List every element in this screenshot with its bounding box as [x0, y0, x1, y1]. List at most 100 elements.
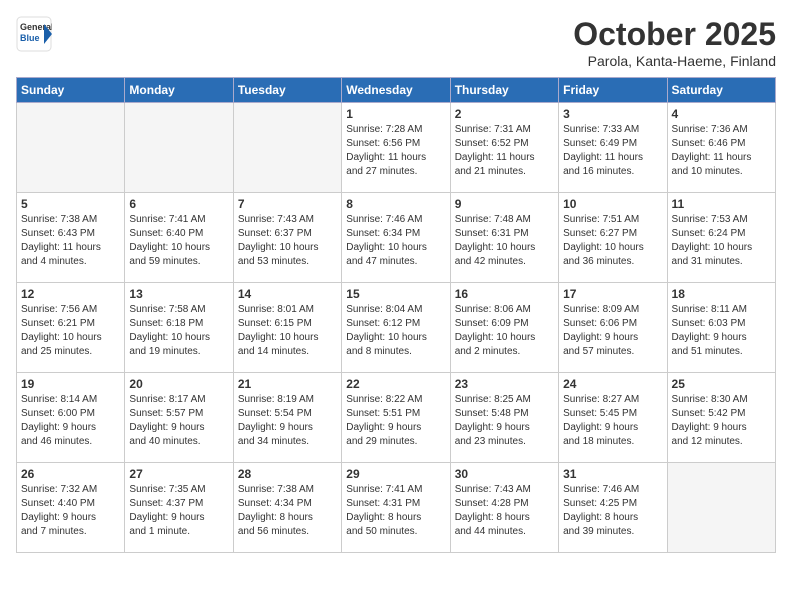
day-info: Sunrise: 7:32 AM Sunset: 4:40 PM Dayligh… — [21, 483, 120, 539]
day-number: 25 — [672, 377, 771, 391]
day-info: Sunrise: 7:28 AM Sunset: 6:56 PM Dayligh… — [346, 123, 445, 179]
title-block: October 2025 Parola, Kanta-Haeme, Finlan… — [573, 16, 776, 69]
day-number: 10 — [563, 197, 662, 211]
page-header: General Blue October 2025 Parola, Kanta-… — [16, 16, 776, 69]
calendar-cell — [17, 103, 125, 193]
weekday-header-thursday: Thursday — [450, 78, 558, 103]
day-info: Sunrise: 7:36 AM Sunset: 6:46 PM Dayligh… — [672, 123, 771, 179]
day-info: Sunrise: 7:35 AM Sunset: 4:37 PM Dayligh… — [129, 483, 228, 539]
day-info: Sunrise: 8:01 AM Sunset: 6:15 PM Dayligh… — [238, 303, 337, 359]
calendar-cell: 22 Sunrise: 8:22 AM Sunset: 5:51 PM Dayli… — [342, 373, 450, 463]
calendar-cell: 3 Sunrise: 7:33 AM Sunset: 6:49 PM Daylig… — [559, 103, 667, 193]
day-info: Sunrise: 8:27 AM Sunset: 5:45 PM Dayligh… — [563, 393, 662, 449]
calendar-cell: 4 Sunrise: 7:36 AM Sunset: 6:46 PM Daylig… — [667, 103, 775, 193]
day-number: 5 — [21, 197, 120, 211]
calendar-cell: 12 Sunrise: 7:56 AM Sunset: 6:21 PM Dayli… — [17, 283, 125, 373]
week-row-1: 1 Sunrise: 7:28 AM Sunset: 6:56 PM Daylig… — [17, 103, 776, 193]
calendar-cell — [233, 103, 341, 193]
calendar-cell: 29Sunrise: 7:41 AM Sunset: 4:31 PM Dayli… — [342, 463, 450, 553]
day-info: Sunrise: 7:46 AM Sunset: 4:25 PM Dayligh… — [563, 483, 662, 539]
day-number: 19 — [21, 377, 120, 391]
calendar-cell: 23 Sunrise: 8:25 AM Sunset: 5:48 PM Dayli… — [450, 373, 558, 463]
day-info: Sunrise: 7:41 AM Sunset: 4:31 PM Dayligh… — [346, 483, 445, 539]
day-info: Sunrise: 7:43 AM Sunset: 4:28 PM Dayligh… — [455, 483, 554, 539]
day-number: 26 — [21, 467, 120, 481]
day-info: Sunrise: 8:30 AM Sunset: 5:42 PM Dayligh… — [672, 393, 771, 449]
calendar-cell: 18 Sunrise: 8:11 AM Sunset: 6:03 PM Dayli… — [667, 283, 775, 373]
day-info: Sunrise: 8:22 AM Sunset: 5:51 PM Dayligh… — [346, 393, 445, 449]
calendar-cell: 30 Sunrise: 7:43 AM Sunset: 4:28 PM Dayli… — [450, 463, 558, 553]
day-number: 30 — [455, 467, 554, 481]
day-info: Sunrise: 7:48 AM Sunset: 6:31 PM Dayligh… — [455, 213, 554, 269]
page-subtitle: Parola, Kanta-Haeme, Finland — [573, 53, 776, 69]
day-number: 11 — [672, 197, 771, 211]
day-number: 15 — [346, 287, 445, 301]
calendar-cell: 26 Sunrise: 7:32 AM Sunset: 4:40 PM Dayli… — [17, 463, 125, 553]
day-number: 12 — [21, 287, 120, 301]
weekday-header-row: SundayMondayTuesdayWednesdayThursdayFrid… — [17, 78, 776, 103]
day-info: Sunrise: 7:38 AM Sunset: 6:43 PM Dayligh… — [21, 213, 120, 269]
calendar-cell: 24 Sunrise: 8:27 AM Sunset: 5:45 PM Dayli… — [559, 373, 667, 463]
calendar-cell: 27 Sunrise: 7:35 AM Sunset: 4:37 PM Dayli… — [125, 463, 233, 553]
weekday-header-sunday: Sunday — [17, 78, 125, 103]
day-info: Sunrise: 7:46 AM Sunset: 6:34 PM Dayligh… — [346, 213, 445, 269]
calendar-cell: 21 Sunrise: 8:19 AM Sunset: 5:54 PM Dayli… — [233, 373, 341, 463]
calendar-cell: 28 Sunrise: 7:38 AM Sunset: 4:34 PM Dayli… — [233, 463, 341, 553]
calendar-cell — [667, 463, 775, 553]
day-info: Sunrise: 8:17 AM Sunset: 5:57 PM Dayligh… — [129, 393, 228, 449]
day-number: 28 — [238, 467, 337, 481]
day-number: 31 — [563, 467, 662, 481]
week-row-4: 19Sunrise: 8:14 AM Sunset: 6:00 PM Dayli… — [17, 373, 776, 463]
calendar-cell: 16Sunrise: 8:06 AM Sunset: 6:09 PM Dayli… — [450, 283, 558, 373]
weekday-header-monday: Monday — [125, 78, 233, 103]
day-number: 6 — [129, 197, 228, 211]
day-number: 24 — [563, 377, 662, 391]
weekday-header-saturday: Saturday — [667, 78, 775, 103]
calendar-cell: 1 Sunrise: 7:28 AM Sunset: 6:56 PM Daylig… — [342, 103, 450, 193]
logo: General Blue — [16, 16, 52, 52]
week-row-2: 5 Sunrise: 7:38 AM Sunset: 6:43 PM Daylig… — [17, 193, 776, 283]
day-number: 17 — [563, 287, 662, 301]
calendar-cell: 20 Sunrise: 8:17 AM Sunset: 5:57 PM Dayli… — [125, 373, 233, 463]
day-number: 23 — [455, 377, 554, 391]
day-number: 8 — [346, 197, 445, 211]
day-number: 9 — [455, 197, 554, 211]
day-info: Sunrise: 7:43 AM Sunset: 6:37 PM Dayligh… — [238, 213, 337, 269]
weekday-header-tuesday: Tuesday — [233, 78, 341, 103]
calendar-cell: 15 Sunrise: 8:04 AM Sunset: 6:12 PM Dayli… — [342, 283, 450, 373]
day-info: Sunrise: 8:11 AM Sunset: 6:03 PM Dayligh… — [672, 303, 771, 359]
day-number: 27 — [129, 467, 228, 481]
day-number: 18 — [672, 287, 771, 301]
day-number: 1 — [346, 107, 445, 121]
calendar-cell: 7Sunrise: 7:43 AM Sunset: 6:37 PM Daylig… — [233, 193, 341, 283]
calendar-table: SundayMondayTuesdayWednesdayThursdayFrid… — [16, 77, 776, 553]
calendar-cell — [125, 103, 233, 193]
day-info: Sunrise: 7:31 AM Sunset: 6:52 PM Dayligh… — [455, 123, 554, 179]
day-number: 21 — [238, 377, 337, 391]
day-info: Sunrise: 8:04 AM Sunset: 6:12 PM Dayligh… — [346, 303, 445, 359]
day-number: 14 — [238, 287, 337, 301]
day-number: 22 — [346, 377, 445, 391]
calendar-cell: 6Sunrise: 7:41 AM Sunset: 6:40 PM Daylig… — [125, 193, 233, 283]
day-info: Sunrise: 7:56 AM Sunset: 6:21 PM Dayligh… — [21, 303, 120, 359]
week-row-5: 26 Sunrise: 7:32 AM Sunset: 4:40 PM Dayli… — [17, 463, 776, 553]
day-number: 2 — [455, 107, 554, 121]
calendar-cell: 11 Sunrise: 7:53 AM Sunset: 6:24 PM Dayli… — [667, 193, 775, 283]
day-number: 4 — [672, 107, 771, 121]
calendar-cell: 2 Sunrise: 7:31 AM Sunset: 6:52 PM Daylig… — [450, 103, 558, 193]
calendar-cell: 5 Sunrise: 7:38 AM Sunset: 6:43 PM Daylig… — [17, 193, 125, 283]
page-title: October 2025 — [573, 16, 776, 53]
calendar-cell: 19Sunrise: 8:14 AM Sunset: 6:00 PM Dayli… — [17, 373, 125, 463]
day-info: Sunrise: 8:06 AM Sunset: 6:09 PM Dayligh… — [455, 303, 554, 359]
day-info: Sunrise: 7:51 AM Sunset: 6:27 PM Dayligh… — [563, 213, 662, 269]
week-row-3: 12 Sunrise: 7:56 AM Sunset: 6:21 PM Dayli… — [17, 283, 776, 373]
day-info: Sunrise: 8:25 AM Sunset: 5:48 PM Dayligh… — [455, 393, 554, 449]
calendar-cell: 14 Sunrise: 8:01 AM Sunset: 6:15 PM Dayli… — [233, 283, 341, 373]
day-info: Sunrise: 8:19 AM Sunset: 5:54 PM Dayligh… — [238, 393, 337, 449]
day-info: Sunrise: 7:38 AM Sunset: 4:34 PM Dayligh… — [238, 483, 337, 539]
day-number: 3 — [563, 107, 662, 121]
day-number: 20 — [129, 377, 228, 391]
day-info: Sunrise: 7:53 AM Sunset: 6:24 PM Dayligh… — [672, 213, 771, 269]
day-info: Sunrise: 7:33 AM Sunset: 6:49 PM Dayligh… — [563, 123, 662, 179]
calendar-cell: 17Sunrise: 8:09 AM Sunset: 6:06 PM Dayli… — [559, 283, 667, 373]
